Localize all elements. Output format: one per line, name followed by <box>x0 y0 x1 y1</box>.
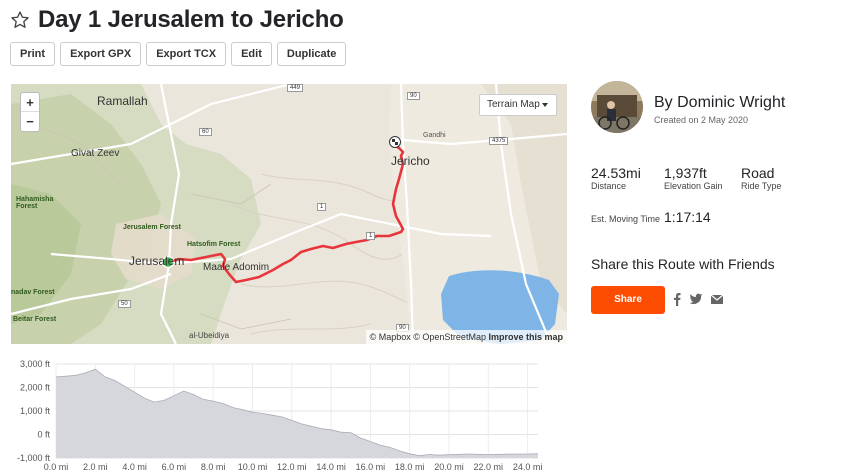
improve-map-link[interactable]: Improve this map <box>488 332 563 342</box>
place-label: Beitar Forest <box>13 316 57 323</box>
place-label: Jericho <box>391 154 430 168</box>
road-shield: 90 <box>407 92 420 100</box>
elevation-gain-label: Elevation Gain <box>664 181 723 191</box>
edit-button[interactable]: Edit <box>231 42 272 66</box>
place-label: Hahamisha Forest <box>16 196 54 210</box>
x-tick-label: 22.0 mi <box>474 462 504 472</box>
twitter-icon[interactable] <box>689 292 703 306</box>
x-axis-labels: 0.0 mi 2.0 mi 4.0 mi 6.0 mi 8.0 mi 10.0 mi 12.… <box>44 462 543 472</box>
place-label: Hatsofim Forest <box>187 241 241 248</box>
zoom-control: + − <box>20 92 40 132</box>
x-tick-label: 2.0 mi <box>83 462 108 472</box>
moving-time-label: Est. Moving Time <box>591 214 661 224</box>
x-tick-label: 16.0 mi <box>356 462 386 472</box>
export-gpx-button[interactable]: Export GPX <box>60 42 142 66</box>
road-shield: 60 <box>199 128 212 136</box>
export-tcx-button[interactable]: Export TCX <box>146 42 227 66</box>
road-shield: 4375 <box>489 137 509 145</box>
map-style-label: Terrain Map <box>487 99 540 110</box>
y-axis-labels: -1,000 ft0 ft1,000 ft2,000 ft3,000 ft <box>17 359 51 463</box>
x-tick-label: 24.0 mi <box>513 462 543 472</box>
place-label: Ramallah <box>97 94 148 108</box>
y-tick-label: 2,000 ft <box>20 383 51 393</box>
action-toolbar: Print Export GPX Export TCX Edit Duplica… <box>10 42 347 66</box>
x-tick-label: 18.0 mi <box>395 462 425 472</box>
avatar[interactable] <box>591 81 643 133</box>
road-shield: 1 <box>317 203 327 211</box>
road-shield: 50 <box>118 300 131 308</box>
route-map[interactable]: 449 90 4375 60 1 1 50 90 Ramallah Givat … <box>11 84 567 344</box>
road-shield: 449 <box>287 84 304 92</box>
zoom-in-button[interactable]: + <box>21 93 39 112</box>
place-label: nadav Forest <box>11 289 55 296</box>
x-tick-label: 8.0 mi <box>201 462 226 472</box>
y-tick-label: 1,000 ft <box>20 406 51 416</box>
map-canvas[interactable] <box>11 84 567 344</box>
title-row: Day 1 Jerusalem to Jericho <box>10 6 344 34</box>
map-style-select[interactable]: Terrain Map <box>479 94 557 116</box>
zoom-out-button[interactable]: − <box>21 112 39 131</box>
author-name[interactable]: By Dominic Wright <box>654 94 785 112</box>
road-shield: 1 <box>366 232 376 240</box>
facebook-icon[interactable] <box>670 292 684 306</box>
finish-flag-icon <box>389 136 401 148</box>
elevation-chart[interactable]: -1,000 ft0 ft1,000 ft2,000 ft3,000 ft 0.… <box>0 352 560 476</box>
place-label: al-Ubeidiya <box>189 331 230 340</box>
created-date: Created on 2 May 2020 <box>654 115 749 125</box>
distance-value: 24.53mi <box>591 165 641 181</box>
place-label: Jerusalem <box>129 254 185 268</box>
distance-label: Distance <box>591 181 627 191</box>
print-button[interactable]: Print <box>10 42 56 66</box>
x-tick-label: 12.0 mi <box>277 462 307 472</box>
x-tick-label: 4.0 mi <box>122 462 147 472</box>
map-attribution: © Mapbox © OpenStreetMap Improve this ma… <box>365 330 567 344</box>
place-label: Jerusalem Forest <box>123 224 181 231</box>
ride-type-label: Ride Type <box>741 181 782 191</box>
place-label: Maale Adomim <box>203 262 270 273</box>
x-tick-label: 14.0 mi <box>316 462 346 472</box>
share-button[interactable]: Share <box>591 286 665 314</box>
page-title: Day 1 Jerusalem to Jericho <box>38 6 344 33</box>
duplicate-button[interactable]: Duplicate <box>276 42 347 66</box>
y-tick-label: 0 ft <box>37 430 50 440</box>
place-label: Givat Zeev <box>71 148 120 159</box>
x-tick-label: 20.0 mi <box>434 462 464 472</box>
mapbox-link[interactable]: © Mapbox <box>370 332 411 342</box>
share-heading: Share this Route with Friends <box>591 256 775 272</box>
place-label: Gandhi <box>423 132 446 139</box>
x-tick-label: 6.0 mi <box>162 462 187 472</box>
moving-time-value: 1:17:14 <box>664 209 711 225</box>
email-icon[interactable] <box>710 292 724 306</box>
star-icon[interactable] <box>10 10 30 30</box>
x-tick-label: 10.0 mi <box>238 462 268 472</box>
elevation-gain-value: 1,937ft <box>664 165 707 181</box>
caret-down-icon <box>542 103 548 107</box>
x-tick-label: 0.0 mi <box>44 462 69 472</box>
ride-type-value: Road <box>741 165 775 181</box>
y-tick-label: 3,000 ft <box>20 359 51 369</box>
elevation-area <box>56 369 538 458</box>
osm-link[interactable]: © OpenStreetMap <box>413 332 486 342</box>
